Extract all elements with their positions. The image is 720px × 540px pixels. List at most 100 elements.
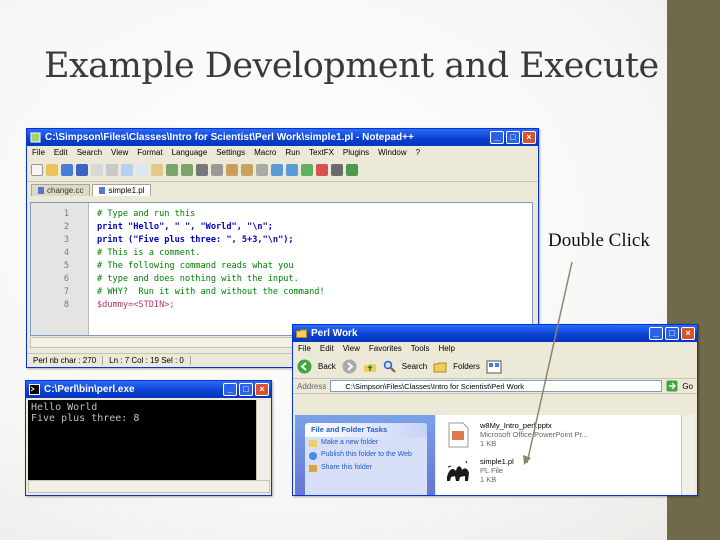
menu-edit[interactable]: Edit: [54, 148, 68, 157]
tab-label: change.cc: [47, 186, 84, 195]
play-macro-icon[interactable]: [346, 164, 358, 176]
paste-icon[interactable]: [151, 164, 163, 176]
line-number: 6: [63, 273, 69, 284]
file-item[interactable]: simple1.pl PL File 1 KB: [444, 457, 514, 485]
task-new-folder[interactable]: Make a new folder: [305, 437, 427, 449]
tasks-header[interactable]: File and Folder Tasks: [305, 423, 427, 437]
copy-icon[interactable]: [136, 164, 148, 176]
go-arrow-icon[interactable]: [666, 380, 678, 392]
minimize-button[interactable]: _: [649, 327, 663, 340]
vertical-scrollbar[interactable]: [681, 415, 695, 495]
menu-search[interactable]: Search: [77, 148, 102, 157]
vertical-scrollbar[interactable]: [256, 400, 269, 481]
replace-icon[interactable]: [211, 164, 223, 176]
word-wrap-icon[interactable]: [271, 164, 283, 176]
forward-arrow-icon[interactable]: [342, 359, 357, 374]
file-icon: [38, 187, 44, 194]
show-all-chars-icon[interactable]: [286, 164, 298, 176]
menu-favorites[interactable]: Favorites: [369, 344, 402, 353]
back-arrow-icon[interactable]: [297, 359, 312, 374]
notepad-menubar: File Edit Search View Format Language Se…: [27, 146, 538, 159]
file-name: w8My_Intro_perl.pptx: [480, 421, 552, 430]
menu-format[interactable]: Format: [137, 148, 162, 157]
status-file-info: Perl nb char : 270: [27, 356, 104, 365]
menu-help[interactable]: Help: [438, 344, 454, 353]
code-line: 1 # Type and run this: [31, 207, 196, 220]
menu-language[interactable]: Language: [172, 148, 208, 157]
go-button[interactable]: Go: [682, 382, 697, 391]
code-text: # type and does nothing with the input.: [97, 273, 299, 284]
cut-icon[interactable]: [121, 164, 133, 176]
views-icon[interactable]: [486, 360, 502, 374]
address-label: Address: [297, 381, 327, 391]
console-app-icon: [29, 384, 40, 395]
menu-settings[interactable]: Settings: [216, 148, 245, 157]
menu-help[interactable]: ?: [416, 148, 420, 157]
save-icon[interactable]: [61, 164, 73, 176]
console-output: Hello World Five plus three: 8: [28, 400, 257, 481]
menu-run[interactable]: Run: [285, 148, 300, 157]
close-button[interactable]: ×: [522, 131, 536, 144]
task-label: Publish this folder to the Web: [321, 451, 412, 458]
line-number: 5: [63, 260, 69, 271]
back-button[interactable]: Back: [318, 362, 336, 371]
status-cursor-pos: Ln : 7 Col : 19 Sel : 0: [103, 356, 191, 365]
file-item[interactable]: w8My_Intro_perl.pptx Microsoft Office Pow…: [444, 421, 588, 449]
undo-icon[interactable]: [166, 164, 178, 176]
menu-textfx[interactable]: TextFX: [309, 148, 334, 157]
notepad-app-icon: [30, 132, 41, 143]
sync-scroll-icon[interactable]: [256, 164, 268, 176]
menu-tools[interactable]: Tools: [411, 344, 430, 353]
horizontal-scrollbar[interactable]: [28, 480, 270, 493]
new-file-icon[interactable]: [31, 164, 43, 176]
open-folder-icon[interactable]: [46, 164, 58, 176]
menu-window[interactable]: Window: [378, 148, 406, 157]
explorer-titlebar[interactable]: Perl Work _ □ ×: [293, 325, 697, 342]
find-icon[interactable]: [196, 164, 208, 176]
minimize-button[interactable]: _: [490, 131, 504, 144]
code-editor[interactable]: 1 # Type and run this 2 print "Hello", " "…: [30, 202, 533, 336]
maximize-button[interactable]: □: [665, 327, 679, 340]
print-icon[interactable]: [106, 164, 118, 176]
menu-file[interactable]: File: [298, 344, 311, 353]
maximize-button[interactable]: □: [239, 383, 253, 396]
file-size: 1 KB: [480, 475, 497, 484]
tab-simple1-pl[interactable]: simple1.pl: [92, 184, 152, 196]
zoom-out-icon[interactable]: [241, 164, 253, 176]
address-bar: Address C:\Simpson\Files\Classes\Intro f…: [293, 379, 697, 394]
task-publish-web[interactable]: Publish this folder to the Web: [305, 449, 427, 462]
menu-plugins[interactable]: Plugins: [343, 148, 369, 157]
file-folder-tasks-panel: File and Folder Tasks Make a new folder …: [305, 423, 427, 495]
folder-icon: [296, 329, 307, 338]
menu-file[interactable]: File: [32, 148, 45, 157]
task-label: Share this folder: [321, 464, 372, 471]
redo-icon[interactable]: [181, 164, 193, 176]
record-macro-icon[interactable]: [316, 164, 328, 176]
menu-edit[interactable]: Edit: [320, 344, 334, 353]
code-line: 4 # This is a comment.: [31, 246, 201, 259]
close-file-icon[interactable]: [91, 164, 103, 176]
stop-macro-icon[interactable]: [331, 164, 343, 176]
address-input[interactable]: C:\Simpson\Files\Classes\Intro for Scien…: [330, 380, 663, 392]
menu-view[interactable]: View: [343, 344, 360, 353]
maximize-button[interactable]: □: [506, 131, 520, 144]
console-titlebar[interactable]: C:\Perl\bin\perl.exe _ □ ×: [26, 381, 271, 398]
indent-guide-icon[interactable]: [301, 164, 313, 176]
zoom-in-icon[interactable]: [226, 164, 238, 176]
notepad-titlebar[interactable]: C:\Simpson\Files\Classes\Intro for Scien…: [27, 129, 538, 146]
task-share-folder[interactable]: Share this folder: [305, 462, 427, 474]
folders-icon[interactable]: [433, 361, 447, 373]
close-button[interactable]: ×: [681, 327, 695, 340]
folders-button[interactable]: Folders: [453, 362, 480, 371]
code-line: 7 # WHY? Run it with and without the comm…: [31, 285, 325, 298]
save-all-icon[interactable]: [76, 164, 88, 176]
search-button[interactable]: Search: [402, 362, 427, 371]
up-folder-icon[interactable]: [363, 360, 377, 374]
search-icon[interactable]: [383, 360, 396, 373]
close-button[interactable]: ×: [255, 383, 269, 396]
menu-macro[interactable]: Macro: [254, 148, 276, 157]
code-line: 2 print "Hello", " ", "World", "\n";: [31, 220, 273, 233]
tab-change-cc[interactable]: change.cc: [31, 184, 91, 196]
menu-view[interactable]: View: [111, 148, 128, 157]
minimize-button[interactable]: _: [223, 383, 237, 396]
